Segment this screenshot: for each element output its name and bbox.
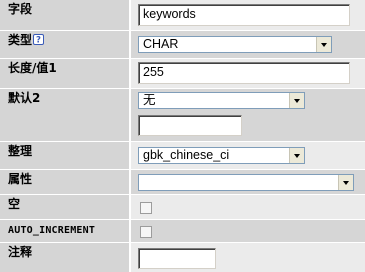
label-cell: 整理 — [0, 142, 129, 169]
field-name-input[interactable]: keywords — [138, 4, 350, 26]
comment-label: 注释 — [8, 245, 33, 259]
collation-select[interactable]: gbk_chinese_ci — [138, 147, 305, 164]
attributes-select[interactable] — [138, 174, 354, 191]
value-cell — [131, 195, 365, 219]
field-definition-form: 字段 keywords 类型 ? CHAR 长度/值1 255 默认2 无 整理… — [0, 0, 365, 272]
attributes-label: 属性 — [8, 172, 33, 186]
row-length: 长度/值1 255 — [0, 59, 365, 88]
label-cell: 长度/值1 — [0, 59, 129, 88]
row-auto-increment: AUTO_INCREMENT — [0, 220, 365, 242]
collation-selected: gbk_chinese_ci — [143, 148, 230, 162]
label-cell: 属性 — [0, 170, 129, 194]
collation-label: 整理 — [8, 144, 33, 158]
row-default: 默认2 无 — [0, 89, 365, 141]
type-label: 类型 — [8, 33, 33, 47]
help-icon[interactable]: ? — [33, 34, 45, 45]
value-cell: 无 — [131, 89, 365, 141]
label-cell: 字段 — [0, 0, 129, 30]
value-cell: 255 — [131, 59, 365, 88]
auto-increment-label: AUTO_INCREMENT — [8, 225, 96, 236]
length-input[interactable]: 255 — [138, 62, 350, 84]
value-cell: CHAR — [131, 31, 365, 58]
chevron-down-icon[interactable] — [289, 93, 304, 108]
chevron-down-icon[interactable] — [338, 175, 353, 190]
type-select[interactable]: CHAR — [138, 36, 332, 53]
row-comment: 注释 — [0, 243, 365, 272]
length-label: 长度/值1 — [8, 61, 57, 75]
row-attributes: 属性 — [0, 170, 365, 194]
field-name-label: 字段 — [8, 2, 33, 16]
type-selected: CHAR — [143, 37, 179, 51]
null-checkbox[interactable] — [140, 202, 152, 214]
label-cell: 默认2 — [0, 89, 129, 141]
chevron-down-icon[interactable] — [316, 37, 331, 52]
value-cell — [131, 243, 365, 272]
auto-increment-checkbox[interactable] — [140, 226, 152, 238]
chevron-down-icon[interactable] — [289, 148, 304, 163]
type-label-wrap: 类型 ? — [8, 33, 45, 47]
comment-input[interactable] — [138, 248, 216, 269]
row-null: 空 — [0, 195, 365, 219]
value-cell — [131, 170, 365, 194]
row-type: 类型 ? CHAR — [0, 31, 365, 58]
row-collation: 整理 gbk_chinese_ci — [0, 142, 365, 169]
label-cell: 类型 ? — [0, 31, 129, 58]
default-value-input[interactable] — [138, 115, 242, 136]
value-cell: keywords — [131, 0, 365, 30]
default-select[interactable]: 无 — [138, 92, 305, 109]
null-label: 空 — [8, 197, 21, 211]
value-cell — [131, 220, 365, 242]
row-field-name: 字段 keywords — [0, 0, 365, 30]
default-label: 默认2 — [8, 91, 41, 105]
value-cell: gbk_chinese_ci — [131, 142, 365, 169]
default-selected: 无 — [143, 93, 156, 107]
label-cell: 注释 — [0, 243, 129, 272]
label-cell: AUTO_INCREMENT — [0, 220, 129, 242]
label-cell: 空 — [0, 195, 129, 219]
svg-text:?: ? — [36, 36, 41, 45]
